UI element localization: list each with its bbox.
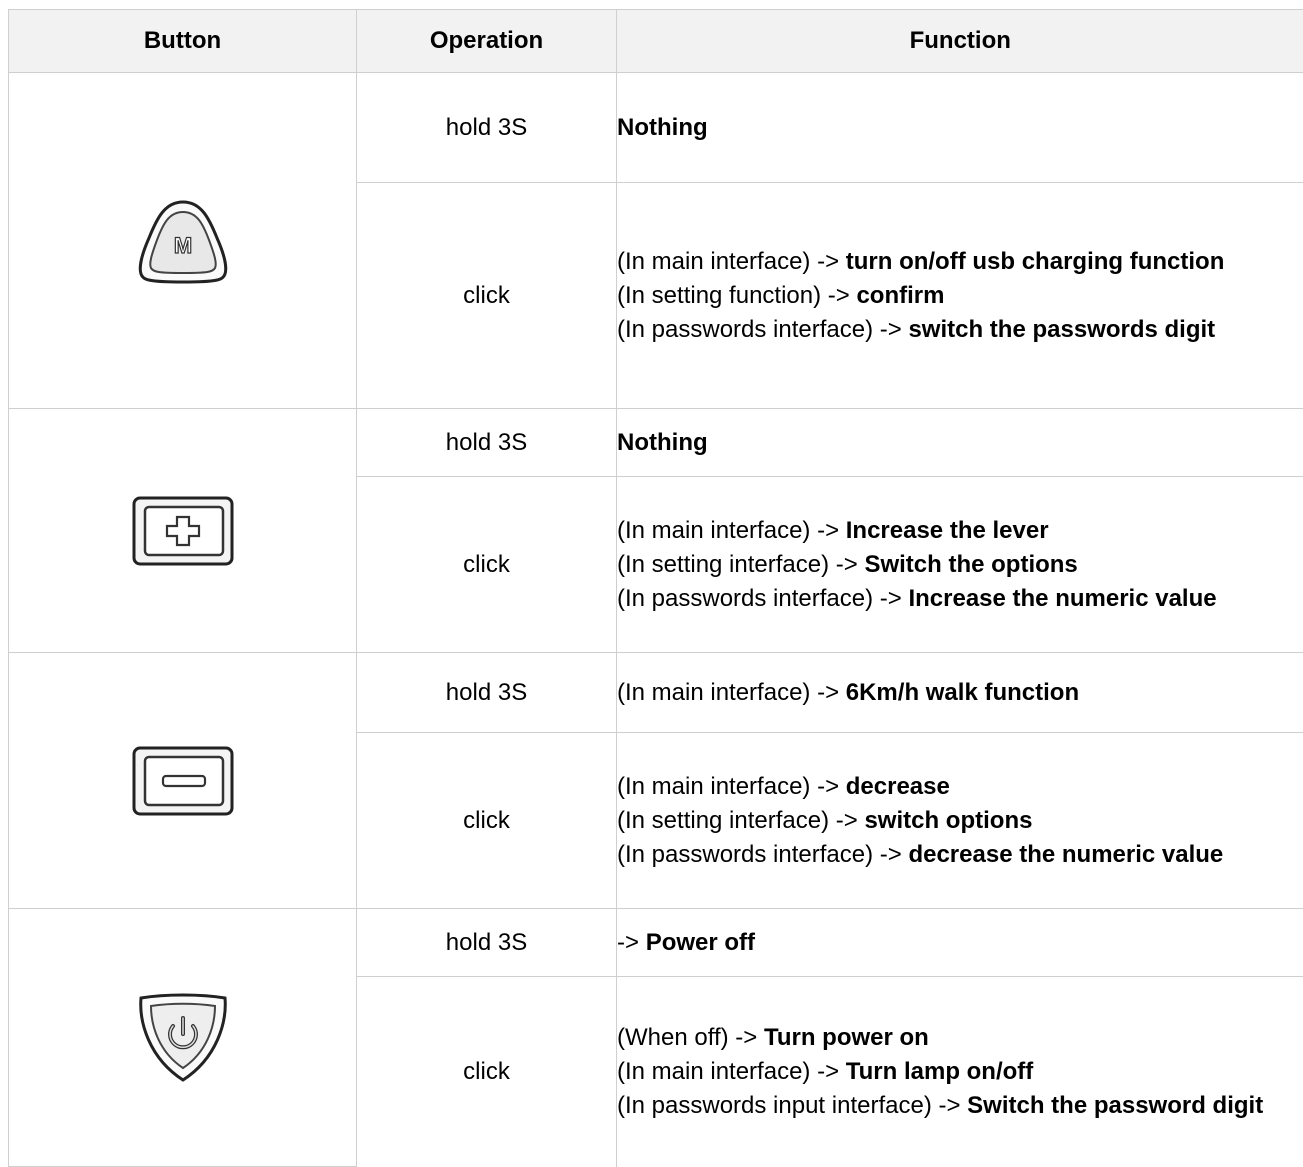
operation-cell: hold 3S xyxy=(357,73,617,183)
function-line: (In passwords interface) -> decrease the… xyxy=(617,838,1303,872)
table-row: hold 3S Nothing xyxy=(9,409,1303,477)
function-cell: (When off) -> Turn power on (In main int… xyxy=(617,977,1303,1167)
plus-button-icon xyxy=(9,495,356,567)
function-cell: Nothing xyxy=(617,73,1303,183)
m-button-icon: M xyxy=(9,198,356,284)
function-cell: (In main interface) -> decrease (In sett… xyxy=(617,733,1303,909)
button-function-table: Button Operation Function M hold 3S Noth… xyxy=(8,9,1303,1167)
table-row: hold 3S (In main interface) -> 6Km/h wal… xyxy=(9,653,1303,733)
button-cell: M xyxy=(9,73,357,409)
function-line: (In setting interface) -> switch options xyxy=(617,804,1303,838)
button-cell xyxy=(9,409,357,653)
function-cell: -> Power off xyxy=(617,909,1303,977)
operation-cell: hold 3S xyxy=(357,653,617,733)
operation-cell: hold 3S xyxy=(357,909,617,977)
function-line: Nothing xyxy=(617,426,1303,460)
function-cell: (In main interface) -> turn on/off usb c… xyxy=(617,183,1303,409)
button-cell xyxy=(9,909,357,1167)
function-cell: Nothing xyxy=(617,409,1303,477)
operation-cell: click xyxy=(357,977,617,1167)
table-header-row: Button Operation Function xyxy=(9,10,1303,73)
svg-text:M: M xyxy=(173,233,191,258)
function-line: (In setting interface) -> Switch the opt… xyxy=(617,548,1303,582)
power-button-icon xyxy=(9,992,356,1084)
function-line: -> Power off xyxy=(617,926,1303,960)
function-line: (In main interface) -> Turn lamp on/off xyxy=(617,1055,1303,1089)
function-line: (In passwords input interface) -> Switch… xyxy=(617,1089,1303,1123)
function-line: Nothing xyxy=(617,111,1303,145)
operation-cell: click xyxy=(357,733,617,909)
minus-button-icon xyxy=(9,745,356,817)
function-line: (In main interface) -> Increase the leve… xyxy=(617,514,1303,548)
table-row: M hold 3S Nothing xyxy=(9,73,1303,183)
function-line: (When off) -> Turn power on xyxy=(617,1021,1303,1055)
function-line: (In main interface) -> decrease xyxy=(617,770,1303,804)
operation-cell: click xyxy=(357,477,617,653)
function-line: (In main interface) -> 6Km/h walk functi… xyxy=(617,676,1303,710)
table-row: hold 3S -> Power off xyxy=(9,909,1303,977)
function-line: (In passwords interface) -> Increase the… xyxy=(617,582,1303,616)
header-button: Button xyxy=(9,10,357,73)
operation-cell: hold 3S xyxy=(357,409,617,477)
function-line: (In setting function) -> confirm xyxy=(617,279,1303,313)
function-cell: (In main interface) -> Increase the leve… xyxy=(617,477,1303,653)
function-cell: (In main interface) -> 6Km/h walk functi… xyxy=(617,653,1303,733)
function-line: (In main interface) -> turn on/off usb c… xyxy=(617,245,1303,279)
header-function: Function xyxy=(617,10,1303,73)
operation-cell: click xyxy=(357,183,617,409)
function-line: (In passwords interface) -> switch the p… xyxy=(617,313,1303,347)
button-cell xyxy=(9,653,357,909)
header-operation: Operation xyxy=(357,10,617,73)
